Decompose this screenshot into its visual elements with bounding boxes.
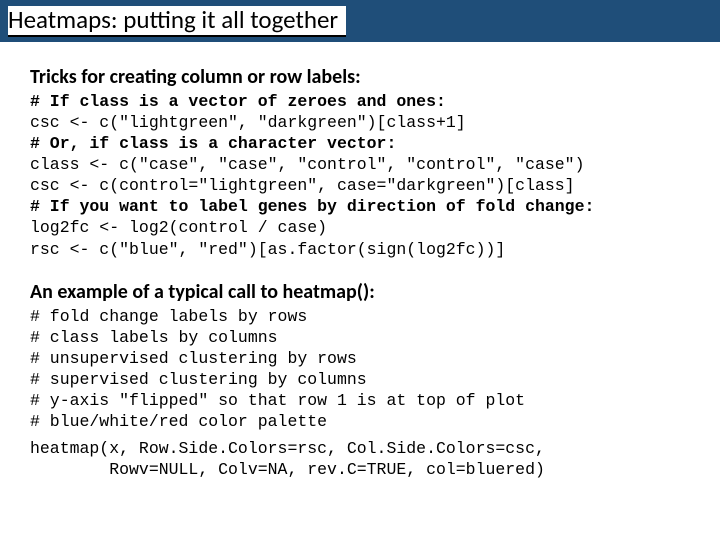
code-line: # y-axis "flipped" so that row 1 is at t… [30,391,525,410]
code-line: csc <- c(control="lightgreen", case="dar… [30,176,575,195]
code-line: # class labels by columns [30,328,278,347]
section2-heading: An example of a typical call to heatmap(… [30,280,692,304]
code-comment: # If you want to label genes by directio… [30,197,594,216]
slide-content: Tricks for creating column or row labels… [0,49,720,481]
code-comment: # Or, if class is a character vector: [30,134,396,153]
code-line: heatmap(x, Row.Side.Colors=rsc, Col.Side… [30,439,545,458]
section1-heading: Tricks for creating column or row labels… [30,65,692,89]
code-line: csc <- c("lightgreen", "darkgreen")[clas… [30,113,466,132]
code-line: # supervised clustering by columns [30,370,367,389]
code-line: rsc <- c("blue", "red")[as.factor(sign(l… [30,240,505,259]
code-line: class <- c("case", "case", "control", "c… [30,155,585,174]
code-line: log2fc <- log2(control / case) [30,218,327,237]
code-comment: # If class is a vector of zeroes and one… [30,92,446,111]
code-line: # fold change labels by rows [30,307,307,326]
slide-title: Heatmaps: putting it all together [8,6,346,37]
code-line: # unsupervised clustering by rows [30,349,357,368]
section1-code: # If class is a vector of zeroes and one… [30,91,692,260]
section2-code: # fold change labels by rows # class lab… [30,306,692,433]
code-line: Rowv=NULL, Colv=NA, rev.C=TRUE, col=blue… [30,460,545,479]
code-line: # blue/white/red color palette [30,412,327,431]
section2-call: heatmap(x, Row.Side.Colors=rsc, Col.Side… [30,438,692,480]
